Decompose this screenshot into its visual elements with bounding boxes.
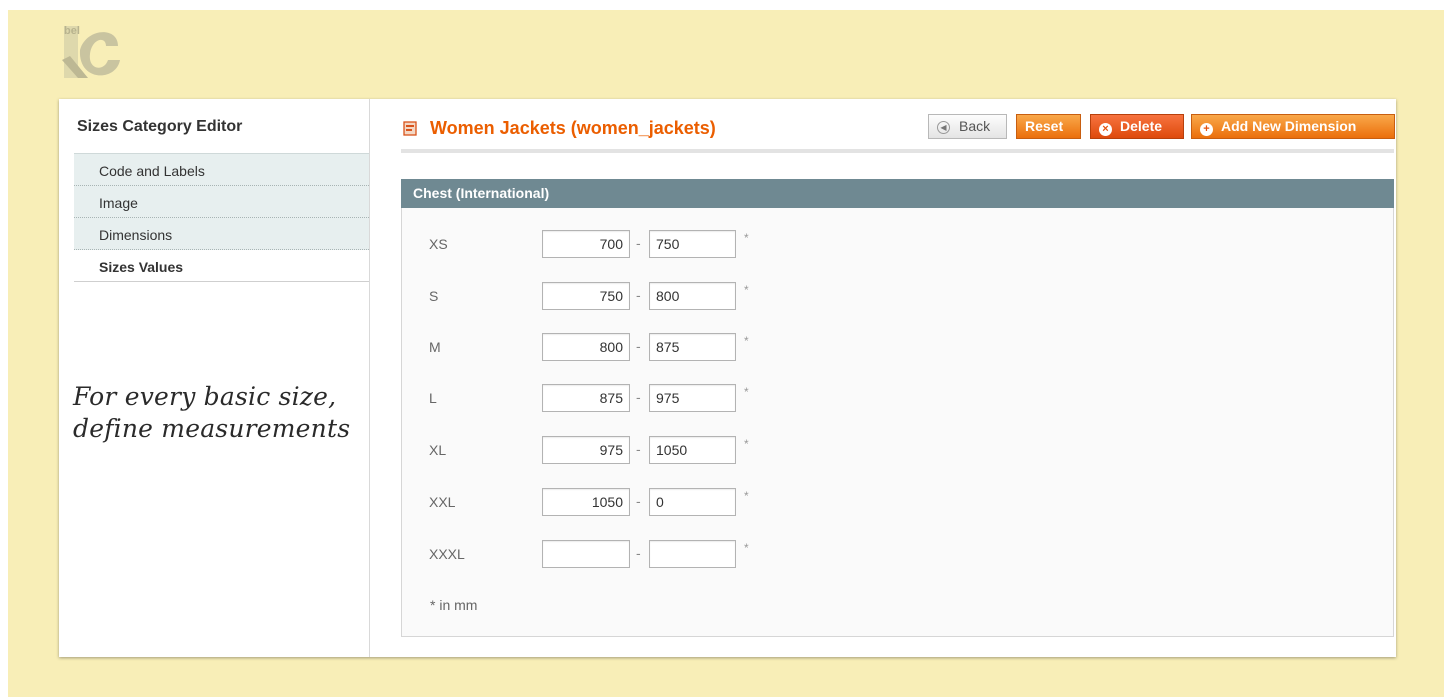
size-label: XL <box>429 442 447 458</box>
brand-logo: bel <box>62 25 120 78</box>
sidebar-title: Sizes Category Editor <box>77 118 243 135</box>
back-button[interactable]: ◀ Back <box>928 114 1007 139</box>
size-to-input[interactable] <box>649 540 736 568</box>
size-label: XS <box>429 236 448 252</box>
required-mark: * <box>744 385 749 399</box>
sidebar-item-sizes-values[interactable]: Sizes Values <box>74 250 369 282</box>
required-mark: * <box>744 437 749 451</box>
size-to-input[interactable] <box>649 436 736 464</box>
range-separator: - <box>636 545 641 561</box>
size-label: XXXL <box>429 546 465 562</box>
size-label: M <box>429 339 441 355</box>
sidebar-item-dimensions[interactable]: Dimensions <box>74 218 369 250</box>
size-from-input[interactable] <box>542 384 630 412</box>
handwritten-annotation: For every basic size, define measurement… <box>73 381 350 445</box>
size-from-input[interactable] <box>542 333 630 361</box>
annotation-line-1: For every basic size, <box>73 382 337 411</box>
required-mark: * <box>744 334 749 348</box>
add-button-label: Add New Dimension <box>1221 118 1357 134</box>
required-mark: * <box>744 231 749 245</box>
size-label: L <box>429 390 437 406</box>
delete-x-icon: × <box>1099 123 1112 136</box>
section-header: Chest (International) <box>401 179 1394 208</box>
sidebar-item-image[interactable]: Image <box>74 186 369 218</box>
sidebar: Sizes Category Editor Code and Labels Im… <box>59 99 370 657</box>
sidebar-item-code-and-labels[interactable]: Code and Labels <box>74 153 369 186</box>
range-separator: - <box>636 235 641 251</box>
size-to-input[interactable] <box>649 282 736 310</box>
annotation-line-2: define measurements <box>73 414 351 443</box>
size-from-input[interactable] <box>542 540 630 568</box>
header-divider <box>401 149 1394 153</box>
editor-panel: Sizes Category Editor Code and Labels Im… <box>59 99 1396 657</box>
document-icon <box>403 121 417 136</box>
required-mark: * <box>744 489 749 503</box>
size-from-input[interactable] <box>542 436 630 464</box>
reset-button-label: Reset <box>1025 118 1064 134</box>
size-from-input[interactable] <box>542 230 630 258</box>
size-from-input[interactable] <box>542 282 630 310</box>
size-from-input[interactable] <box>542 488 630 516</box>
delete-button-label: Delete <box>1120 118 1163 134</box>
size-to-input[interactable] <box>649 230 736 258</box>
reset-button[interactable]: Reset <box>1016 114 1081 139</box>
range-separator: - <box>636 493 641 509</box>
range-separator: - <box>636 338 641 354</box>
back-arrow-icon: ◀ <box>937 121 950 134</box>
range-separator: - <box>636 389 641 405</box>
page-title: Women Jackets (women_jackets) <box>430 118 716 138</box>
delete-button[interactable]: × Delete <box>1090 114 1184 139</box>
range-separator: - <box>636 441 641 457</box>
size-to-input[interactable] <box>649 488 736 516</box>
main-content: Women Jackets (women_jackets) ◀ Back Rese… <box>401 99 1396 657</box>
svg-text:bel: bel <box>64 25 80 37</box>
size-to-input[interactable] <box>649 384 736 412</box>
required-mark: * <box>744 541 749 555</box>
size-to-input[interactable] <box>649 333 736 361</box>
required-mark: * <box>744 283 749 297</box>
back-button-label: Back <box>959 118 991 134</box>
sidebar-nav: Code and Labels Image Dimensions Sizes V… <box>74 153 369 282</box>
size-label: XXL <box>429 494 456 510</box>
size-label: S <box>429 288 439 304</box>
add-new-dimension-button[interactable]: + Add New Dimension <box>1191 114 1395 139</box>
plus-icon: + <box>1200 123 1213 136</box>
range-separator: - <box>636 287 641 303</box>
units-note: * in mm <box>430 597 478 613</box>
